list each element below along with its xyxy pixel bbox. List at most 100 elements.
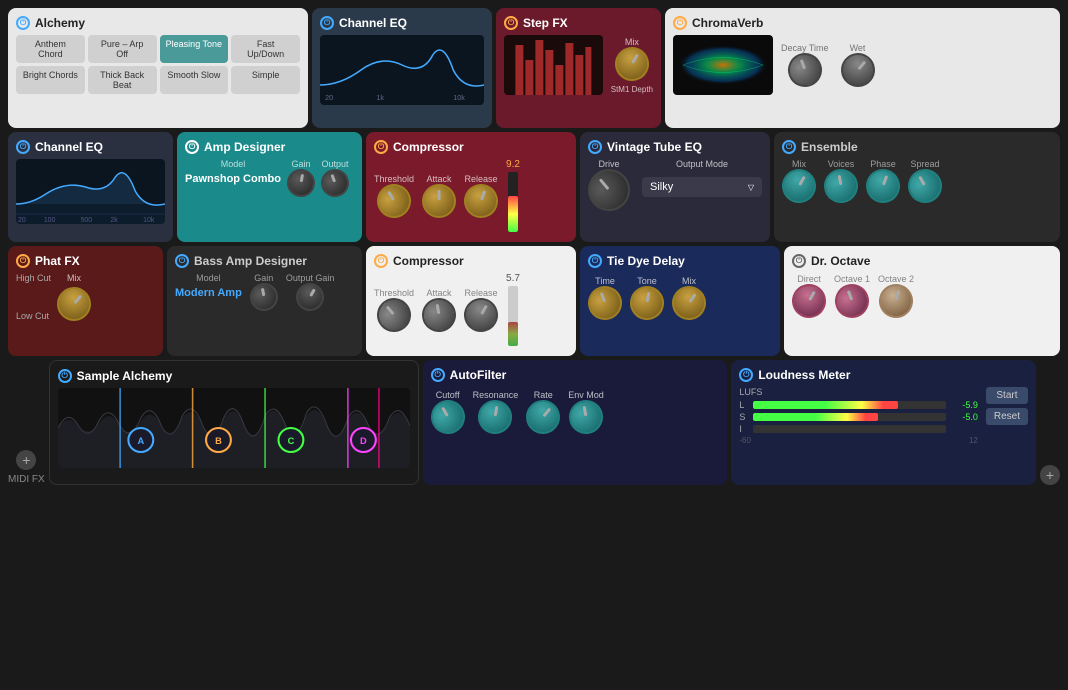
chroma-verb-wet-label: Wet (850, 43, 866, 53)
amp-designer-gain-knob[interactable] (285, 167, 317, 199)
dr-octave-oct1-knob[interactable] (830, 279, 874, 323)
autofilter-resonance-group: Resonance (473, 390, 519, 434)
autofilter-cutoff-group: Cutoff (431, 390, 465, 434)
compressor-r3-attack-knob[interactable] (419, 295, 458, 334)
chroma-verb-card: ⏻ ChromaVerb (665, 8, 1060, 128)
ensemble-mix-knob[interactable] (776, 163, 822, 209)
compressor-r2-threshold-knob[interactable] (371, 177, 417, 223)
compressor-r2-release-group: Release (464, 174, 498, 218)
compressor-r3-card: ⏻ Compressor Threshold Attack Release 5.… (366, 246, 576, 356)
dr-octave-card: ⏻ Dr. Octave Direct Octave 1 Octave 2 (784, 246, 1060, 356)
svg-text:C: C (287, 436, 294, 446)
channel-eq-r2-power[interactable]: ⏻ (16, 140, 30, 154)
tie-dye-tone-label: Tone (637, 276, 657, 286)
tie-dye-tone-knob[interactable] (627, 283, 666, 322)
add-left-button[interactable]: + (16, 450, 36, 470)
dr-octave-direct-knob[interactable] (786, 278, 832, 324)
tie-dye-power[interactable]: ⏻ (588, 254, 602, 268)
phat-fx-lowcut-label: Low Cut (16, 311, 51, 321)
ensemble-spread-knob[interactable] (902, 163, 948, 209)
ensemble-knobs: Mix Voices Phase Spread (782, 159, 1052, 203)
preset-simple[interactable]: Simple (231, 66, 300, 94)
preset-thick[interactable]: Thick Back Beat (88, 66, 157, 94)
bass-amp-model-value[interactable]: Modern Amp (175, 287, 242, 299)
chroma-verb-decay-knob[interactable] (783, 48, 827, 92)
channel-eq-r2-header: ⏻ Channel EQ (16, 140, 165, 154)
sample-alchemy-power[interactable]: ⏻ (58, 369, 72, 383)
chroma-verb-power[interactable]: ⏻ (673, 16, 687, 30)
vintage-tube-mode-value[interactable]: Silky ▽ (642, 177, 762, 197)
preset-anthem[interactable]: Anthem Chord (16, 35, 85, 63)
alchemy-power[interactable]: ⏻ (16, 16, 30, 30)
dr-octave-power[interactable]: ⏻ (792, 254, 806, 268)
tie-dye-mix-knob[interactable] (665, 279, 712, 326)
channel-eq-r1-power[interactable]: ⏻ (320, 16, 334, 30)
tie-dye-knobs: Time Tone Mix (588, 276, 772, 320)
chroma-verb-decay-label: Decay Time (781, 43, 829, 53)
phat-fx-power[interactable]: ⏻ (16, 254, 30, 268)
compressor-r3-release-knob[interactable] (458, 291, 504, 337)
compressor-r3-power[interactable]: ⏻ (374, 254, 388, 268)
bass-amp-gain-knob[interactable] (248, 281, 280, 313)
autofilter-title: AutoFilter (450, 368, 507, 382)
bass-amp-power[interactable]: ⏻ (175, 254, 189, 268)
ensemble-card: ⏻ Ensemble Mix Voices Phase Spread (774, 132, 1060, 242)
loudness-s-value: -5.0 (950, 412, 978, 422)
loudness-l-value: -5.9 (950, 400, 978, 410)
dr-octave-oct2-knob[interactable] (875, 280, 917, 322)
preset-pleasing[interactable]: Pleasing Tone (160, 35, 229, 63)
autofilter-rate-knob[interactable] (519, 393, 567, 441)
amp-designer-output-knob[interactable] (317, 165, 353, 201)
compressor-r2-meter: 9.2 (506, 159, 520, 232)
ensemble-phase-knob[interactable] (861, 164, 905, 208)
loudness-l-bar-bg (753, 401, 946, 409)
compressor-r3-header: ⏻ Compressor (374, 254, 568, 268)
vintage-tube-drive-knob[interactable] (580, 160, 639, 219)
bass-amp-output-knob[interactable] (291, 278, 329, 316)
step-fx-power[interactable]: ⏻ (504, 16, 518, 30)
chroma-verb-content: Decay Time Wet (673, 35, 1052, 95)
chroma-verb-header: ⏻ ChromaVerb (673, 16, 1052, 30)
compressor-r2-attack-knob[interactable] (422, 184, 456, 218)
autofilter-power[interactable]: ⏻ (431, 368, 445, 382)
loudness-meter-power[interactable]: ⏻ (739, 368, 753, 382)
preset-pure[interactable]: Pure – Arp Off (88, 35, 157, 63)
amp-designer-gain-group: Gain (287, 159, 315, 197)
compressor-r2-level-fill (508, 196, 518, 232)
autofilter-envmod-group: Env Mod (568, 390, 604, 434)
compressor-r2-release-knob[interactable] (459, 179, 503, 223)
ensemble-voices-knob[interactable] (821, 166, 860, 205)
compressor-r3-threshold-label: Threshold (374, 288, 414, 298)
amp-designer-model-value[interactable]: Pawnshop Combo (185, 173, 281, 185)
left-controls: + MIDI FX (8, 450, 45, 485)
loudness-reset-button[interactable]: Reset (986, 408, 1028, 425)
svg-text:10k: 10k (453, 94, 465, 102)
phat-fx-title: Phat FX (35, 254, 80, 268)
autofilter-cutoff-knob[interactable] (424, 394, 470, 440)
phat-fx-mix-knob[interactable] (50, 280, 98, 328)
add-right-button[interactable]: + (1040, 465, 1060, 485)
preset-smooth[interactable]: Smooth Slow (160, 66, 229, 94)
step-fx-mix-knob[interactable] (609, 40, 655, 86)
svg-text:2k: 2k (110, 217, 118, 224)
amp-designer-model-label: Model (185, 159, 281, 169)
vintage-tube-eq-power[interactable]: ⏻ (588, 140, 602, 154)
loudness-scale-min: -60 (739, 436, 751, 445)
ensemble-title: Ensemble (801, 140, 858, 154)
autofilter-resonance-knob[interactable] (476, 397, 515, 436)
channel-eq-r2-display: 20 100 500 2k 10k (16, 159, 165, 224)
preset-bright[interactable]: Bright Chords (16, 66, 85, 94)
preset-fast[interactable]: Fast Up/Down (231, 35, 300, 63)
loudness-start-button[interactable]: Start (986, 387, 1028, 404)
autofilter-envmod-knob[interactable] (566, 397, 605, 436)
chroma-verb-wet-knob[interactable] (834, 46, 882, 94)
ensemble-power[interactable]: ⏻ (782, 140, 796, 154)
dr-octave-direct-group: Direct (792, 274, 826, 318)
compressor-r2-power[interactable]: ⏻ (374, 140, 388, 154)
main-container: ⏻ Alchemy Anthem Chord Pure – Arp Off Pl… (0, 0, 1068, 690)
amp-designer-power[interactable]: ⏻ (185, 140, 199, 154)
tie-dye-time-knob[interactable] (583, 281, 627, 325)
step-fx-knobs: Mix StM1 Depth (611, 37, 653, 94)
loudness-scale-max: 12 (969, 436, 978, 445)
compressor-r3-threshold-knob[interactable] (370, 291, 418, 339)
